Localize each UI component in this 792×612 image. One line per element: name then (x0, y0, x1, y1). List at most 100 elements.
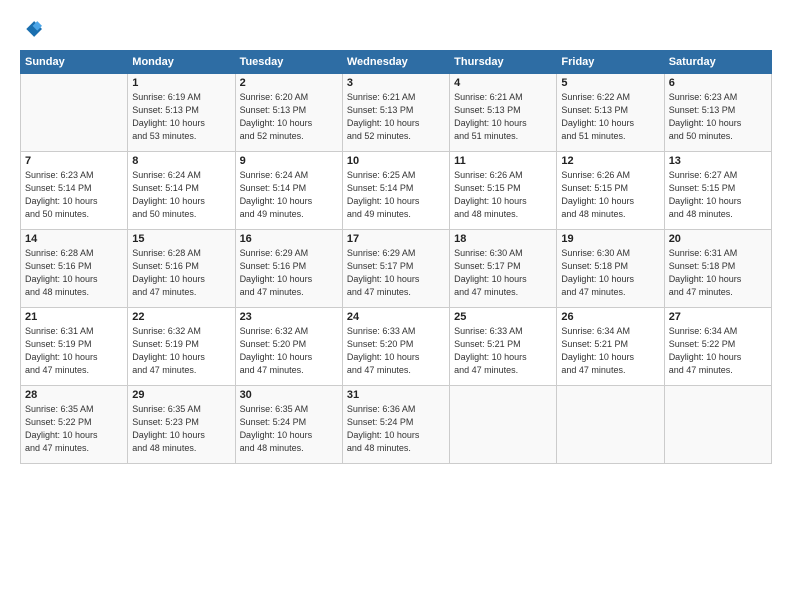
calendar-cell: 31 Sunrise: 6:36 AM Sunset: 5:24 PM Dayli… (342, 386, 449, 464)
day-number: 24 (347, 311, 445, 323)
week-row-5: 28 Sunrise: 6:35 AM Sunset: 5:22 PM Dayli… (21, 386, 772, 464)
day-number: 8 (132, 155, 230, 167)
day-info: Sunrise: 6:34 AM Sunset: 5:21 PM Dayligh… (561, 325, 659, 377)
day-info: Sunrise: 6:33 AM Sunset: 5:21 PM Dayligh… (454, 325, 552, 377)
day-info: Sunrise: 6:19 AM Sunset: 5:13 PM Dayligh… (132, 91, 230, 143)
day-number: 28 (25, 389, 123, 401)
day-info: Sunrise: 6:26 AM Sunset: 5:15 PM Dayligh… (454, 169, 552, 221)
calendar-cell: 22 Sunrise: 6:32 AM Sunset: 5:19 PM Dayli… (128, 308, 235, 386)
calendar-cell (21, 74, 128, 152)
day-number: 17 (347, 233, 445, 245)
calendar-cell: 20Sunrise: 6:31 AM Sunset: 5:18 PM Dayli… (664, 230, 771, 308)
day-header-tuesday: Tuesday (235, 51, 342, 74)
day-info: Sunrise: 6:34 AM Sunset: 5:22 PM Dayligh… (669, 325, 767, 377)
day-info: Sunrise: 6:30 AM Sunset: 5:18 PM Dayligh… (561, 247, 659, 299)
day-number: 30 (240, 389, 338, 401)
day-info: Sunrise: 6:24 AM Sunset: 5:14 PM Dayligh… (132, 169, 230, 221)
day-info: Sunrise: 6:28 AM Sunset: 5:16 PM Dayligh… (132, 247, 230, 299)
day-info: Sunrise: 6:27 AM Sunset: 5:15 PM Dayligh… (669, 169, 767, 221)
calendar-cell: 28 Sunrise: 6:35 AM Sunset: 5:22 PM Dayli… (21, 386, 128, 464)
calendar-cell: 17 Sunrise: 6:29 AM Sunset: 5:17 PM Dayli… (342, 230, 449, 308)
day-info: Sunrise: 6:23 AM Sunset: 5:13 PM Dayligh… (669, 91, 767, 143)
day-info: Sunrise: 6:21 AM Sunset: 5:13 PM Dayligh… (347, 91, 445, 143)
day-info: Sunrise: 6:29 AM Sunset: 5:16 PM Dayligh… (240, 247, 338, 299)
week-row-4: 21 Sunrise: 6:31 AM Sunset: 5:19 PM Dayli… (21, 308, 772, 386)
day-number: 18 (454, 233, 552, 245)
day-info: Sunrise: 6:30 AM Sunset: 5:17 PM Dayligh… (454, 247, 552, 299)
calendar-cell: 12 Sunrise: 6:26 AM Sunset: 5:15 PM Dayli… (557, 152, 664, 230)
day-info: Sunrise: 6:22 AM Sunset: 5:13 PM Dayligh… (561, 91, 659, 143)
day-number: 5 (561, 77, 659, 89)
day-info: Sunrise: 6:29 AM Sunset: 5:17 PM Dayligh… (347, 247, 445, 299)
day-number: 11 (454, 155, 552, 167)
calendar-cell: 25 Sunrise: 6:33 AM Sunset: 5:21 PM Dayli… (450, 308, 557, 386)
day-number: 19 (561, 233, 659, 245)
day-info: Sunrise: 6:35 AM Sunset: 5:22 PM Dayligh… (25, 403, 123, 455)
day-header-monday: Monday (128, 51, 235, 74)
calendar-cell: 10Sunrise: 6:25 AM Sunset: 5:14 PM Dayli… (342, 152, 449, 230)
day-header-saturday: Saturday (664, 51, 771, 74)
day-number: 27 (669, 311, 767, 323)
day-number: 23 (240, 311, 338, 323)
calendar-cell: 16Sunrise: 6:29 AM Sunset: 5:16 PM Dayli… (235, 230, 342, 308)
calendar-cell: 18 Sunrise: 6:30 AM Sunset: 5:17 PM Dayli… (450, 230, 557, 308)
day-info: Sunrise: 6:31 AM Sunset: 5:18 PM Dayligh… (669, 247, 767, 299)
day-number: 31 (347, 389, 445, 401)
calendar-cell: 3Sunrise: 6:21 AM Sunset: 5:13 PM Daylig… (342, 74, 449, 152)
week-row-2: 7 Sunrise: 6:23 AM Sunset: 5:14 PM Daylig… (21, 152, 772, 230)
calendar-cell: 4 Sunrise: 6:21 AM Sunset: 5:13 PM Daylig… (450, 74, 557, 152)
day-info: Sunrise: 6:23 AM Sunset: 5:14 PM Dayligh… (25, 169, 123, 221)
calendar-cell: 23 Sunrise: 6:32 AM Sunset: 5:20 PM Dayli… (235, 308, 342, 386)
calendar-cell: 8 Sunrise: 6:24 AM Sunset: 5:14 PM Daylig… (128, 152, 235, 230)
calendar-cell: 15 Sunrise: 6:28 AM Sunset: 5:16 PM Dayli… (128, 230, 235, 308)
day-info: Sunrise: 6:20 AM Sunset: 5:13 PM Dayligh… (240, 91, 338, 143)
calendar-cell: 29Sunrise: 6:35 AM Sunset: 5:23 PM Dayli… (128, 386, 235, 464)
day-number: 14 (25, 233, 123, 245)
day-info: Sunrise: 6:31 AM Sunset: 5:19 PM Dayligh… (25, 325, 123, 377)
day-number: 21 (25, 311, 123, 323)
day-number: 26 (561, 311, 659, 323)
day-info: Sunrise: 6:35 AM Sunset: 5:24 PM Dayligh… (240, 403, 338, 455)
day-info: Sunrise: 6:33 AM Sunset: 5:20 PM Dayligh… (347, 325, 445, 377)
calendar-cell: 14 Sunrise: 6:28 AM Sunset: 5:16 PM Dayli… (21, 230, 128, 308)
day-number: 2 (240, 77, 338, 89)
calendar-cell (450, 386, 557, 464)
day-number: 9 (240, 155, 338, 167)
day-header-sunday: Sunday (21, 51, 128, 74)
calendar-cell: 5 Sunrise: 6:22 AM Sunset: 5:13 PM Daylig… (557, 74, 664, 152)
header-row: SundayMondayTuesdayWednesdayThursdayFrid… (21, 51, 772, 74)
day-info: Sunrise: 6:32 AM Sunset: 5:19 PM Dayligh… (132, 325, 230, 377)
calendar-cell: 27 Sunrise: 6:34 AM Sunset: 5:22 PM Dayli… (664, 308, 771, 386)
day-number: 13 (669, 155, 767, 167)
day-number: 22 (132, 311, 230, 323)
day-info: Sunrise: 6:32 AM Sunset: 5:20 PM Dayligh… (240, 325, 338, 377)
calendar-cell: 24 Sunrise: 6:33 AM Sunset: 5:20 PM Dayli… (342, 308, 449, 386)
calendar-cell: 21 Sunrise: 6:31 AM Sunset: 5:19 PM Dayli… (21, 308, 128, 386)
day-info: Sunrise: 6:36 AM Sunset: 5:24 PM Dayligh… (347, 403, 445, 455)
day-info: Sunrise: 6:21 AM Sunset: 5:13 PM Dayligh… (454, 91, 552, 143)
day-number: 15 (132, 233, 230, 245)
day-header-wednesday: Wednesday (342, 51, 449, 74)
calendar-cell: 11 Sunrise: 6:26 AM Sunset: 5:15 PM Dayli… (450, 152, 557, 230)
day-number: 10 (347, 155, 445, 167)
day-info: Sunrise: 6:28 AM Sunset: 5:16 PM Dayligh… (25, 247, 123, 299)
calendar-body: 1Sunrise: 6:19 AM Sunset: 5:13 PM Daylig… (21, 74, 772, 464)
calendar-cell: 7 Sunrise: 6:23 AM Sunset: 5:14 PM Daylig… (21, 152, 128, 230)
day-info: Sunrise: 6:26 AM Sunset: 5:15 PM Dayligh… (561, 169, 659, 221)
day-header-friday: Friday (557, 51, 664, 74)
day-info: Sunrise: 6:24 AM Sunset: 5:14 PM Dayligh… (240, 169, 338, 221)
calendar-header: SundayMondayTuesdayWednesdayThursdayFrid… (21, 51, 772, 74)
calendar-cell: 13 Sunrise: 6:27 AM Sunset: 5:15 PM Dayli… (664, 152, 771, 230)
calendar-cell: 6Sunrise: 6:23 AM Sunset: 5:13 PM Daylig… (664, 74, 771, 152)
day-number: 12 (561, 155, 659, 167)
calendar-cell: 19 Sunrise: 6:30 AM Sunset: 5:18 PM Dayli… (557, 230, 664, 308)
week-row-3: 14 Sunrise: 6:28 AM Sunset: 5:16 PM Dayli… (21, 230, 772, 308)
logo-icon (20, 18, 42, 40)
logo (20, 18, 46, 40)
day-number: 7 (25, 155, 123, 167)
page: SundayMondayTuesdayWednesdayThursdayFrid… (0, 0, 792, 612)
day-number: 25 (454, 311, 552, 323)
calendar-cell: 9 Sunrise: 6:24 AM Sunset: 5:14 PM Daylig… (235, 152, 342, 230)
header (20, 18, 772, 40)
day-number: 4 (454, 77, 552, 89)
